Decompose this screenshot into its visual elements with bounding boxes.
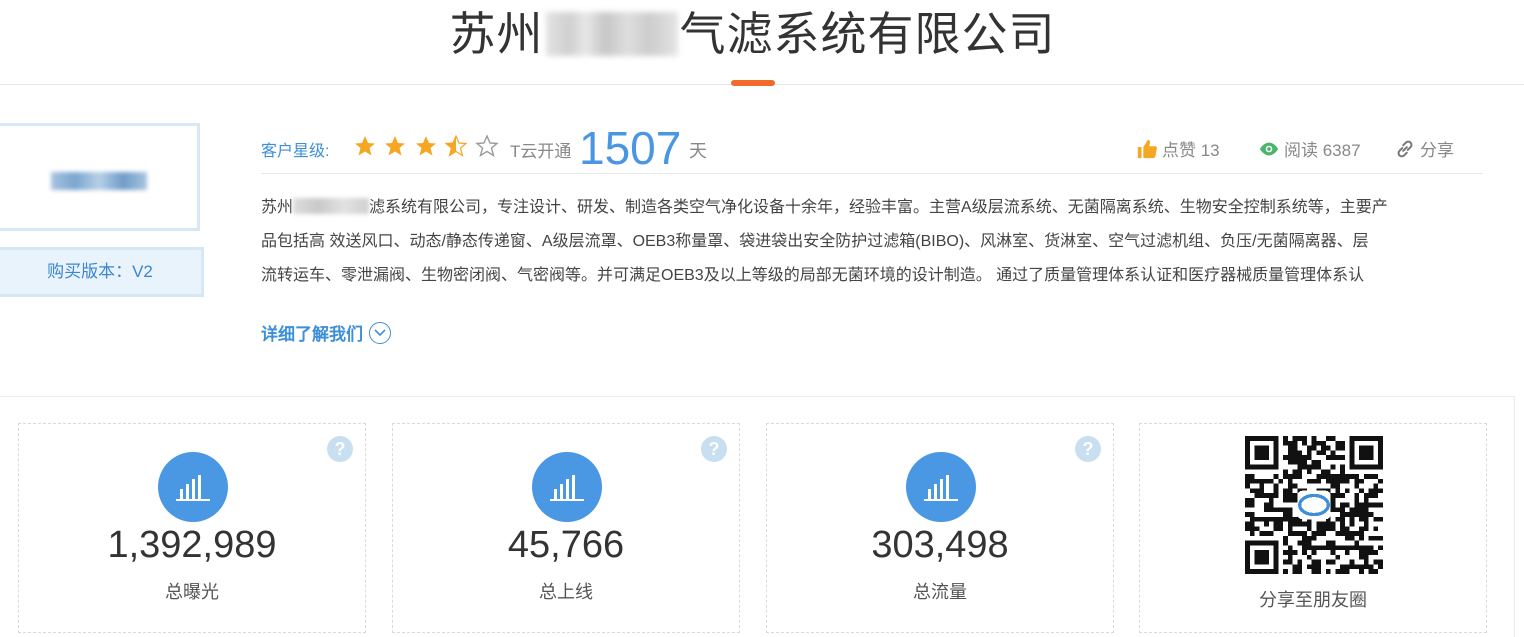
help-icon[interactable]: ?: [701, 436, 727, 462]
stat-label: 总曝光: [165, 582, 219, 602]
learn-more-label: 详细了解我们: [261, 325, 363, 344]
stat-card-traffic: ? 303,498 总流量: [766, 423, 1114, 633]
qr-share-card: 分享至朋友圈: [1139, 423, 1487, 633]
desc-prefix: 苏州: [261, 199, 294, 216]
star-full-icon: [355, 136, 375, 156]
days-count: 1507: [579, 122, 682, 174]
star-full-icon: [415, 136, 436, 156]
redacted-blur: [545, 12, 678, 56]
title-underline: [731, 80, 775, 86]
desc-line: 品包括高 效送风口、动态/静态传递窗、A级层流罩、OEB3称量罩、袋进袋出安全防…: [261, 233, 1369, 250]
eye-icon: [1259, 142, 1279, 155]
stat-value: 303,498: [871, 524, 1009, 566]
read-count: 阅读 6387: [1258, 136, 1361, 161]
link-icon: [1397, 140, 1413, 157]
company-title-suffix: 气滤系统有限公司: [679, 8, 1056, 60]
desc-line: 流转运车、零泄漏阀、生物密闭阀、气密阀等。并可满足OEB3及以上等级的局部无菌环…: [261, 267, 1365, 284]
star-label: 客户星级:: [261, 143, 330, 160]
stat-value: 45,766: [507, 524, 625, 566]
company-title: 苏州 气滤系统有限公司: [0, 8, 1505, 60]
star-full-icon: [385, 136, 406, 156]
logo-blur: [51, 172, 147, 190]
stat-label: 总上线: [539, 582, 593, 602]
stat-label: 总流量: [913, 582, 967, 602]
like-label: 点赞 13: [1162, 141, 1220, 160]
info-row: 客户星级: T云开通 1507 天 点赞 13 阅读 6387 分享: [261, 123, 1483, 174]
thumbs-up-icon: [1137, 139, 1157, 158]
redacted-blur: [293, 198, 370, 214]
version-badge: 购买版本：V2: [0, 247, 204, 297]
company-title-prefix: 苏州: [449, 8, 544, 60]
desc-text: 滤系统有限公司，专注设计、研发、制造各类空气净化设备十余年，经验丰富。主营A级层…: [369, 199, 1388, 216]
star-half-icon: [444, 134, 468, 157]
bar-chart-icon: [158, 452, 228, 522]
stat-card-exposure: ? 1,392,989 总曝光: [18, 423, 366, 633]
qr-code-icon[interactable]: [1245, 436, 1383, 574]
header: 苏州 气滤系统有限公司: [0, 0, 1524, 86]
learn-more-link[interactable]: 详细了解我们: [261, 320, 391, 345]
bar-chart-icon: [906, 452, 976, 522]
share-button[interactable]: 分享: [1394, 136, 1454, 161]
share-label: 分享: [1420, 141, 1454, 160]
like-button[interactable]: 点赞 13: [1136, 136, 1220, 161]
bar-chart-icon: [532, 452, 602, 522]
stat-value: 1,392,989: [107, 524, 277, 566]
company-description: 苏州 滤系统有限公司，专注设计、研发、制造各类空气净化设备十余年，经验丰富。主营A…: [261, 191, 1485, 293]
star-empty-icon: [475, 134, 499, 158]
read-label: 阅读 6387: [1284, 141, 1361, 160]
stats-section: ? 1,392,989 总曝光 ? 45,766 总上线 ? 303,498 总…: [0, 396, 1515, 637]
stat-card-online: ? 45,766 总上线: [392, 423, 740, 633]
days-unit: 天: [689, 141, 707, 161]
company-logo: [0, 123, 200, 231]
desc-line: 苏州 滤系统有限公司，专注设计、研发、制造各类空气净化设备十余年，经验丰富。主营A…: [261, 191, 1485, 225]
tyun-label: T云开通: [510, 142, 572, 161]
help-icon[interactable]: ?: [1075, 436, 1101, 462]
qr-label: 分享至朋友圈: [1259, 590, 1367, 610]
star-rating: [353, 134, 501, 163]
chevron-down-icon: [369, 321, 391, 344]
help-icon[interactable]: ?: [327, 436, 353, 462]
